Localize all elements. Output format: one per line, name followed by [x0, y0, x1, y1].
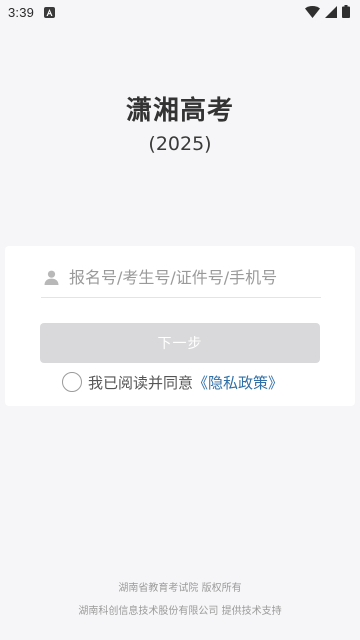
id-input-row — [41, 258, 321, 298]
agreement-row: 我已阅读并同意 《隐私政策》 — [62, 371, 283, 393]
cellular-signal-icon — [325, 3, 337, 22]
battery-icon — [342, 3, 350, 22]
footer-copyright: 湖南省教育考试院 版权所有 — [118, 583, 242, 594]
user-icon — [43, 270, 59, 286]
next-step-button[interactable]: 下一步 — [40, 323, 320, 363]
status-bar-right — [305, 3, 350, 22]
status-bar-left: 3:39 — [8, 4, 56, 20]
login-screen: 3:39 潇湘高考 (2025) 报名号/考生号/证件号/手机号 下一步 我已阅… — [0, 0, 360, 640]
status-bar: 3:39 — [0, 0, 360, 24]
agreement-text: 我已阅读并同意 — [88, 373, 194, 392]
login-card: 下一步 我已阅读并同意 《隐私政策》 — [5, 246, 355, 406]
status-time: 3:39 — [8, 4, 35, 20]
id-number-input[interactable] — [69, 262, 319, 293]
agreement-checkbox[interactable] — [62, 372, 82, 392]
app-year-subtitle: (2025) — [148, 133, 212, 155]
privacy-policy-link[interactable]: 《隐私政策》 — [193, 372, 283, 393]
app-title: 潇湘高考 — [125, 96, 234, 126]
footer-tech-support: 湖南科创信息技术股份有限公司 提供技术支持 — [78, 606, 282, 617]
wifi-icon — [305, 3, 320, 22]
notification-a-icon — [44, 6, 56, 18]
